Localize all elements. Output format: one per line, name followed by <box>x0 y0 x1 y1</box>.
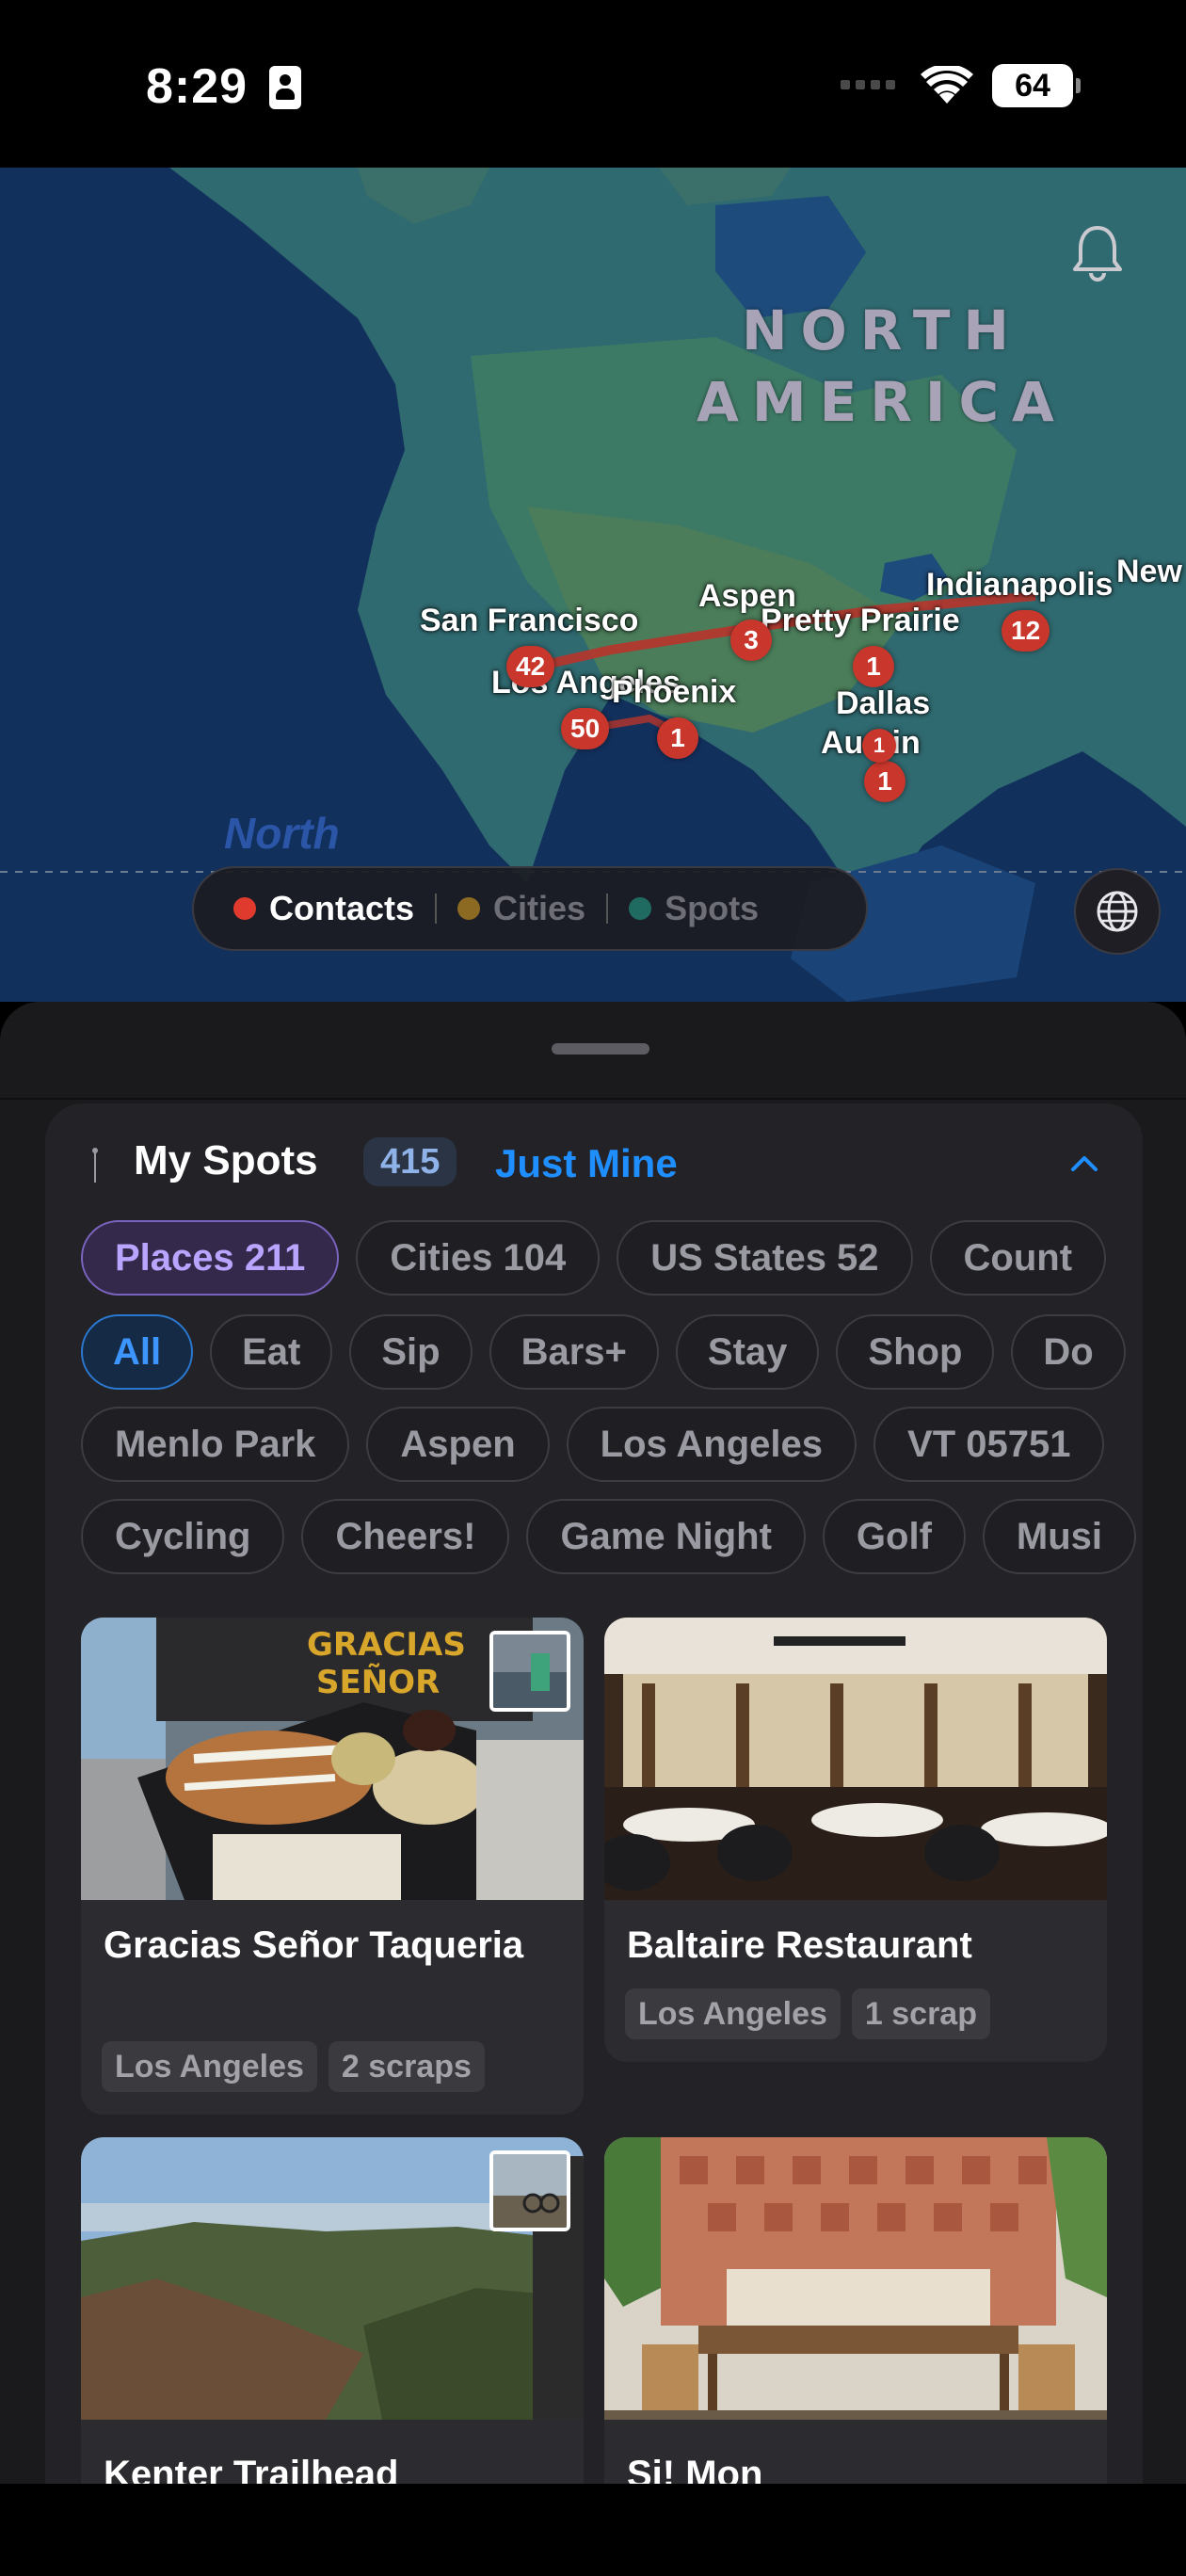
spot-name: Si! Mon <box>627 2454 763 2484</box>
chip-aspen[interactable]: Aspen <box>366 1407 550 1482</box>
city-label-pretty-prairie[interactable]: Pretty Prairie <box>761 603 960 639</box>
spot-tag-scraps[interactable]: 1 scrap <box>851 1988 990 2039</box>
spot-card-gracias-senor[interactable]: GRACIAS SEÑOR Gracias Señor Taqueria Los… <box>81 1618 584 2115</box>
chip-countries[interactable]: Count <box>929 1220 1107 1296</box>
city-label-san-francisco[interactable]: San Francisco <box>420 603 638 639</box>
legend-spots[interactable]: Spots <box>629 889 759 928</box>
chip-places[interactable]: Places 211 <box>81 1220 340 1296</box>
chip-eat[interactable]: Eat <box>210 1314 333 1390</box>
map-cluster-dallas[interactable]: 1 <box>862 729 896 763</box>
map-cluster-san-francisco[interactable]: 42 <box>506 646 555 687</box>
continent-label: NORTH AMERICA <box>697 298 1067 434</box>
chevron-up-icon[interactable] <box>1069 1152 1099 1175</box>
contacts-dot-icon <box>233 897 256 920</box>
spot-tags: Los Angeles 1 scrap <box>625 1988 990 2039</box>
city-label-dallas[interactable]: Dallas <box>836 685 930 722</box>
chip-bars[interactable]: Bars+ <box>489 1314 659 1390</box>
chip-los-angeles[interactable]: Los Angeles <box>566 1407 857 1482</box>
spot-name: Gracias Señor Taqueria <box>104 1924 524 1966</box>
chip-cycling[interactable]: Cycling <box>81 1499 285 1574</box>
ocean-label: North <box>224 809 340 858</box>
chip-menlo-park[interactable]: Menlo Park <box>81 1407 350 1482</box>
spot-tags: Los Angeles 2 scraps <box>102 2041 485 2092</box>
chip-us-states[interactable]: US States 52 <box>617 1220 913 1296</box>
pin-icon <box>92 1148 98 1183</box>
chip-stay[interactable]: Stay <box>675 1314 820 1390</box>
spots-dot-icon <box>629 897 652 920</box>
svg-text:SEÑOR: SEÑOR <box>316 1663 440 1701</box>
legend-cities[interactable]: Cities <box>457 889 585 928</box>
map-view[interactable]: NORTH AMERICA San Francisco Los Angeles … <box>0 168 1186 1002</box>
place-chip-row: Menlo Park Aspen Los Angeles VT 05751 <box>81 1407 1105 1482</box>
spot-name: Kenter Trailhead <box>104 2454 399 2484</box>
status-time: 8:29 <box>146 59 248 114</box>
bottom-safe-area <box>0 2484 1186 2576</box>
sheet-divider <box>0 1098 1186 1100</box>
spot-card-si-mon[interactable]: Si! Mon <box>604 2137 1107 2484</box>
svg-text:GRACIAS: GRACIAS <box>307 1626 466 1664</box>
spot-photo <box>604 2137 1107 2420</box>
spot-card-kenter-trailhead[interactable]: Kenter Trailhead <box>81 2137 584 2484</box>
just-mine-filter[interactable]: Just Mine <box>495 1141 678 1186</box>
legend-contacts-label: Contacts <box>269 889 415 927</box>
battery-indicator: 64 <box>992 64 1081 107</box>
chip-vt-05751[interactable]: VT 05751 <box>873 1407 1105 1482</box>
map-cluster-pretty-prairie[interactable]: 1 <box>853 646 894 687</box>
globe-button[interactable] <box>1074 868 1161 955</box>
city-label-indianapolis[interactable]: Indianapolis <box>926 567 1113 604</box>
map-cluster-indianapolis[interactable]: 12 <box>1002 610 1050 652</box>
chip-cities[interactable]: Cities 104 <box>356 1220 601 1296</box>
status-bar: 8:29 64 <box>0 0 1186 168</box>
legend-divider <box>606 894 609 924</box>
legend-cities-label: Cities <box>493 889 586 927</box>
legend-spots-label: Spots <box>665 889 760 927</box>
city-label-new[interactable]: New <box>1116 554 1182 590</box>
spot-tag-scraps[interactable]: 2 scraps <box>328 2041 485 2092</box>
chip-shop[interactable]: Shop <box>836 1314 995 1390</box>
spot-thumbnail <box>489 2150 570 2231</box>
globe-icon <box>1097 891 1138 932</box>
chip-game-night[interactable]: Game Night <box>526 1499 806 1574</box>
bottom-sheet[interactable]: My Spots 415 Just Mine Places 211 Cities… <box>0 1002 1186 2484</box>
map-cluster-aspen[interactable]: 3 <box>730 620 772 661</box>
map-cluster-austin[interactable]: 1 <box>864 761 906 802</box>
chip-music[interactable]: Musi <box>982 1499 1137 1574</box>
cities-dot-icon <box>457 897 481 920</box>
cellular-signal-icon <box>841 80 895 89</box>
contact-card-icon <box>269 66 301 109</box>
spot-photo <box>604 1618 1107 1900</box>
chip-cheers[interactable]: Cheers! <box>301 1499 510 1574</box>
spot-thumbnail <box>489 1631 570 1712</box>
scope-chip-row: Places 211 Cities 104 US States 52 Count <box>81 1220 1107 1296</box>
my-spots-panel: My Spots 415 Just Mine Places 211 Cities… <box>45 1103 1143 2484</box>
legend-contacts[interactable]: Contacts <box>233 889 414 928</box>
chip-all[interactable]: All <box>81 1314 194 1390</box>
legend-divider <box>435 894 438 924</box>
wifi-icon <box>921 66 973 104</box>
spot-name: Baltaire Restaurant <box>627 1924 972 1966</box>
map-cluster-phoenix[interactable]: 1 <box>657 717 698 759</box>
city-label-phoenix[interactable]: Phoenix <box>612 674 736 711</box>
spots-count-badge: 415 <box>363 1137 457 1186</box>
map-legend-toggle[interactable]: Contacts Cities Spots <box>192 866 868 951</box>
chip-do[interactable]: Do <box>1011 1314 1126 1390</box>
tag-chip-row: Cycling Cheers! Game Night Golf Musi <box>81 1499 1137 1574</box>
spot-tag-city[interactable]: Los Angeles <box>625 1988 841 2039</box>
notification-bell-icon[interactable] <box>1071 224 1124 282</box>
sheet-grabber[interactable] <box>552 1043 649 1055</box>
my-spots-title: My Spots <box>134 1137 318 1183</box>
spot-tag-city[interactable]: Los Angeles <box>102 2041 317 2092</box>
chip-sip[interactable]: Sip <box>349 1314 473 1390</box>
category-chip-row: All Eat Sip Bars+ Stay Shop Do <box>81 1314 1126 1390</box>
spot-card-baltaire[interactable]: Baltaire Restaurant Los Angeles 1 scrap <box>604 1618 1107 2062</box>
chip-golf[interactable]: Golf <box>822 1499 966 1574</box>
map-cluster-los-angeles[interactable]: 50 <box>561 708 610 749</box>
